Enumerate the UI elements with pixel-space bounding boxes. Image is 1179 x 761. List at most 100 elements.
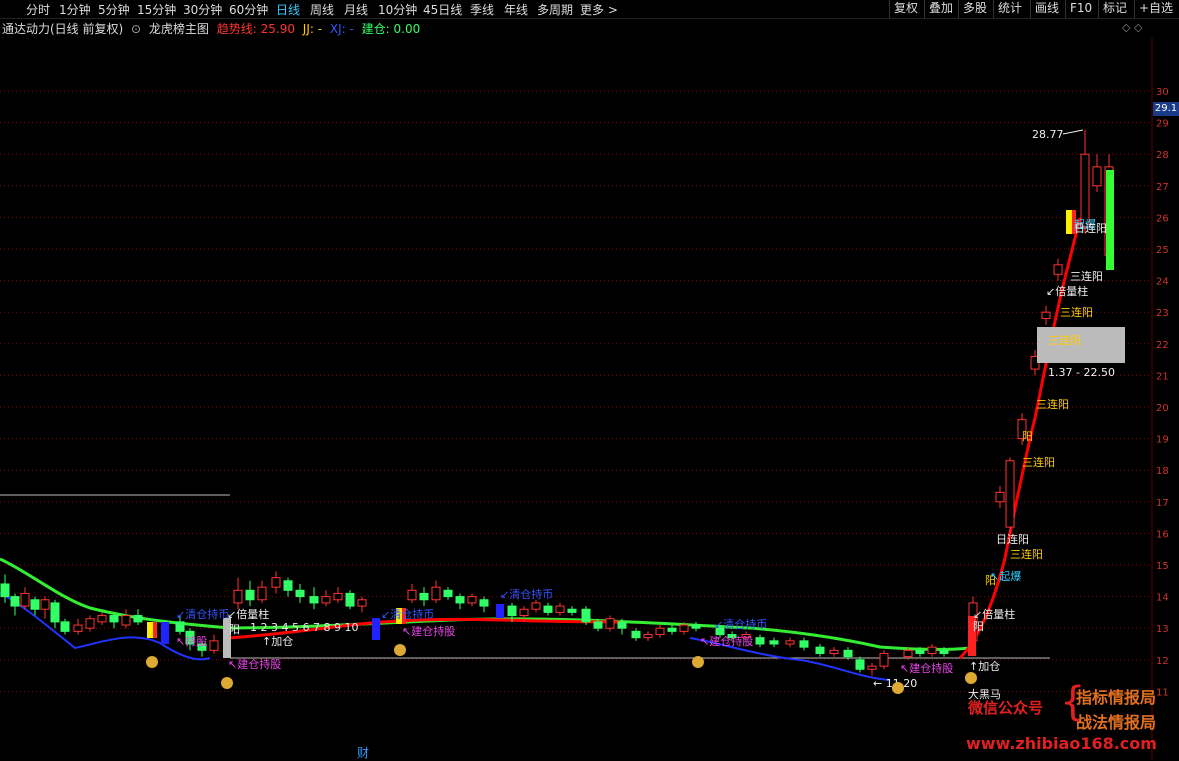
sanlianyang-3: 三连阳: [1036, 398, 1069, 411]
high-arrow: [1062, 129, 1084, 135]
tab-timeframe-3[interactable]: 15分钟: [137, 1, 176, 18]
money-bag-icon: [965, 672, 977, 684]
tab-timeframe-11[interactable]: 季线: [470, 1, 494, 18]
price-tick: 16: [1156, 529, 1169, 540]
tab-timeframe-5[interactable]: 60分钟: [229, 1, 268, 18]
toolbar-button-7[interactable]: +自选: [1134, 0, 1177, 18]
candle-body: [691, 624, 701, 629]
toolbar-button-2[interactable]: 多股: [958, 0, 991, 18]
price-tick: 13: [1156, 624, 1169, 635]
candle-body: [995, 491, 1005, 503]
candle-body: [843, 649, 853, 658]
watermark-brand2: 战法情报局: [1076, 713, 1157, 732]
price-tick: 22: [1156, 340, 1169, 351]
indicator-title[interactable]: 通达动力(日线 前复权): [2, 22, 123, 36]
candle-body: [60, 621, 70, 632]
count-seq: 1 2 3 4 5 6 7 8 9 10: [250, 621, 358, 634]
toolbar: 分时 1分钟 5分钟 15分钟 30分钟 60分钟 日线 周线 月线 10分钟 45日线 季线 年线 多周…: [0, 0, 1179, 19]
current-price-tag: 29.1: [1153, 102, 1179, 116]
sanlianyang-5: 三连阳: [1060, 306, 1093, 319]
jiancang-label-4: ↖建仓持股: [900, 661, 953, 675]
candle-body: [531, 602, 541, 610]
watermark-wechat: 微信公众号: [968, 699, 1044, 717]
tab-timeframe-2[interactable]: 5分钟: [98, 1, 130, 18]
candle-body: [30, 599, 40, 610]
tab-timeframe-10[interactable]: 45日线: [423, 1, 462, 18]
candle-body: [879, 652, 889, 667]
qingcang-label-1: ↙清仓持币: [176, 607, 229, 621]
candle-body: [40, 599, 50, 610]
tab-timeframe-7[interactable]: 周线: [310, 1, 334, 18]
finance-marker[interactable]: 财: [357, 744, 369, 761]
price-tick: 25: [1156, 245, 1169, 256]
tab-timeframe-1[interactable]: 1分钟: [59, 1, 91, 18]
jiancang-label-1: ↖建仓持股: [228, 657, 281, 671]
price-tick: 12: [1156, 656, 1169, 667]
jiancang-label: 建仓: 0.00: [361, 22, 421, 36]
xj-label: XJ: -: [329, 22, 354, 36]
tab-timeframe-0[interactable]: 分时: [26, 1, 50, 18]
price-tick: 11: [1156, 687, 1169, 698]
price-tick: 20: [1156, 403, 1169, 414]
yang-label-1: 阳: [229, 623, 240, 636]
candle-body: [133, 615, 143, 623]
toolbar-button-0[interactable]: 复权: [889, 0, 922, 18]
signal-bar-red: [153, 622, 157, 638]
main-chart-title[interactable]: 龙虎榜主图: [149, 22, 209, 36]
candle-body: [581, 608, 591, 623]
candle-body: [467, 596, 477, 604]
signal-bar-blue-3: [496, 604, 504, 618]
dropdown-icon[interactable]: ⊙: [131, 22, 141, 36]
price-tick: 14: [1156, 593, 1169, 604]
qingcang-label-3: ↙清仓持币: [500, 587, 553, 601]
jiancang-label-2: ↖建仓持股: [402, 624, 455, 638]
money-bag-icon: [221, 677, 233, 689]
candle-body: [479, 599, 489, 607]
price-tick: 15: [1156, 561, 1169, 572]
candle-body: [175, 621, 185, 632]
tab-timeframe-9[interactable]: 10分钟: [378, 1, 417, 18]
toolbar-button-5[interactable]: F10: [1065, 0, 1096, 18]
candle-body: [50, 602, 60, 623]
price-tick: 18: [1156, 466, 1169, 477]
candle-body: [915, 649, 925, 654]
toolbar-button-3[interactable]: 统计: [993, 0, 1026, 18]
toolbar-button-4[interactable]: 画线: [1030, 0, 1063, 18]
settings-diamond-icon[interactable]: ◇ ◇: [1122, 21, 1142, 34]
candle-body: [903, 649, 913, 658]
candle-body: [345, 592, 355, 607]
candle-body: [333, 592, 343, 601]
candle-body: [769, 640, 779, 645]
tab-timeframe-8[interactable]: 月线: [344, 1, 368, 18]
candle-body: [233, 589, 243, 604]
candle-body: [927, 646, 937, 654]
candle-body: [109, 615, 119, 623]
candle-body: [593, 621, 603, 629]
toolbar-button-6[interactable]: 标记: [1098, 0, 1131, 18]
yang-label-4: 阳: [1022, 430, 1033, 443]
candle-body: [283, 580, 293, 591]
candle-body: [755, 637, 765, 645]
tab-timeframe-6[interactable]: 日线: [276, 1, 300, 18]
candle-body: [309, 596, 319, 604]
watermark-url: www.zhibiao168.com: [966, 734, 1157, 753]
tab-timeframe-12[interactable]: 年线: [504, 1, 528, 18]
beiliangzhu-label-2: ↙倍量柱: [973, 607, 1015, 621]
candle-body: [555, 605, 565, 613]
tab-timeframe-14[interactable]: 更多 >: [580, 1, 618, 18]
candle-body: [631, 630, 641, 639]
toolbar-button-1[interactable]: 叠加: [924, 0, 957, 18]
kline-chart[interactable]: 30 29 28 27 26 25 24 23 22 21 20 19 18 17 16 15 14 13 12 11…: [0, 38, 1179, 760]
candle-body: [1080, 153, 1090, 228]
price-tick: 29: [1156, 119, 1169, 130]
candle-body: [295, 589, 305, 598]
candle-body: [679, 624, 689, 632]
money-bag-icon: [146, 656, 158, 668]
candle-body: [271, 577, 281, 588]
candle-body: [543, 605, 553, 613]
signal-bar-blue: [161, 622, 169, 644]
candle-body: [0, 583, 10, 598]
tab-timeframe-13[interactable]: 多周期: [537, 1, 573, 18]
tab-timeframe-4[interactable]: 30分钟: [183, 1, 222, 18]
candle-body: [1005, 460, 1015, 528]
